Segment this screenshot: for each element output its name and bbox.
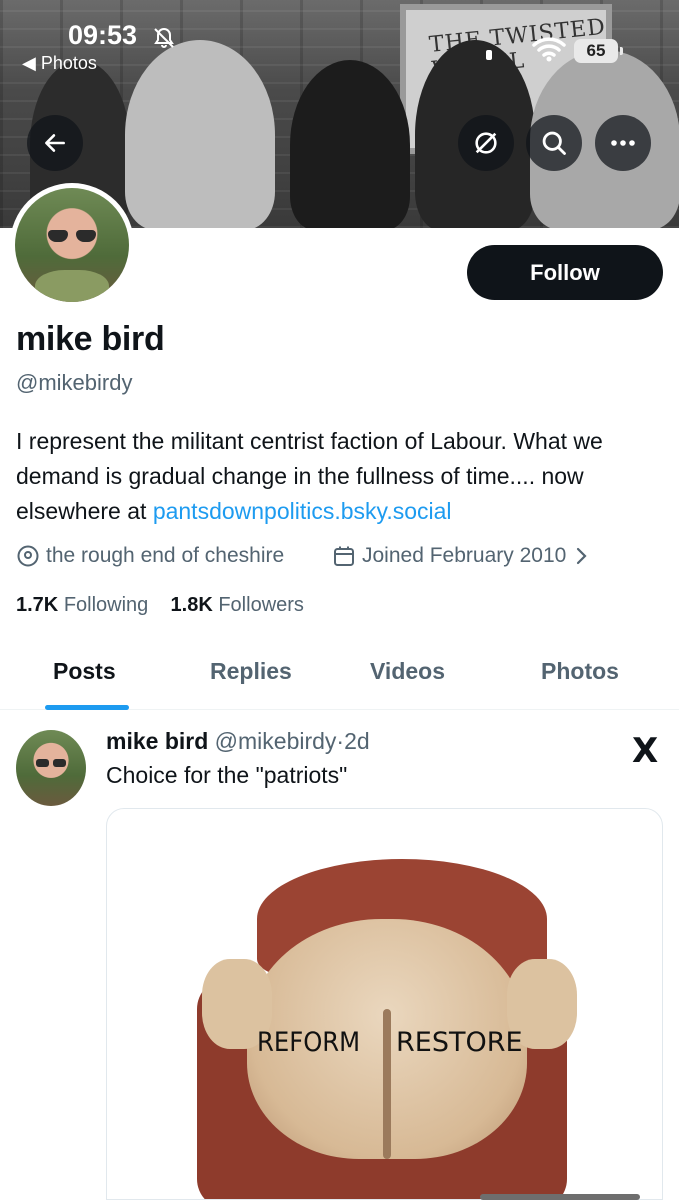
home-indicator [480,1194,640,1200]
avatar-shirt [35,270,109,302]
following-link[interactable]: 1.7K Following [16,594,148,616]
joined-text: Joined February 2010 [362,544,567,567]
tab-photos[interactable]: Photos [541,658,619,685]
tab-replies[interactable]: Replies [210,658,292,685]
banner-person-2 [125,40,275,228]
tab-videos[interactable]: Videos [370,658,445,685]
post-separator: · [336,728,345,754]
bio-link[interactable]: pantsdownpolitics.bsky.social [153,498,452,524]
follow-button[interactable]: Follow [467,245,663,300]
battery-tip [620,47,623,55]
more-button[interactable] [595,115,651,171]
avatar-photo [15,188,129,302]
follow-stats: 1.7K Following 1.8K Followers [16,594,304,617]
sculpture-crease [383,1009,391,1159]
location: the rough end of cheshire [16,544,284,568]
tab-active-indicator [45,705,129,710]
calendar-icon [334,546,354,566]
following-count: 1.7K [16,594,59,616]
image-label-left: REFORM [257,1027,361,1058]
search-icon [542,131,566,155]
back-button[interactable] [27,115,83,171]
post-author-handle[interactable]: @mikebirdy [215,728,337,754]
post-text: Choice for the "patriots" [106,762,348,788]
post-author-avatar[interactable] [16,730,86,806]
post-author-name[interactable]: mike bird [106,728,208,754]
bio: I represent the militant centrist factio… [16,424,666,529]
bell-slash-icon [154,27,174,48]
post-age[interactable]: 2d [344,728,370,754]
search-button[interactable] [526,115,582,171]
joined-date[interactable]: Joined February 2010 [332,544,590,568]
chevron-right-icon [577,547,587,565]
location-text: the rough end of cheshire [46,544,285,567]
status-time: 09:53 [68,20,138,50]
followers-label: Followers [218,594,304,616]
user-handle: @mikebirdy [16,370,133,395]
back-arrow-icon [45,134,65,152]
more-icon [611,140,635,146]
image-label-right: RESTORE [396,1027,523,1058]
grok-icon [475,132,497,154]
profile-avatar[interactable] [10,183,134,307]
followers-count: 1.8K [170,594,213,616]
avatar-sunglasses [48,230,96,242]
banner-person-3 [290,60,410,228]
wifi-icon [532,37,566,62]
post-media-image[interactable]: REFORM RESTORE [106,808,663,1200]
post-header: mike bird @mikebirdy·2d [106,728,370,755]
tab-posts[interactable]: Posts [53,658,116,685]
display-name: mike bird [16,320,165,358]
profile-tabs: Posts Replies Videos Photos [0,648,679,710]
battery-indicator: 65 [574,39,618,63]
post-avatar-sunglasses [36,759,66,767]
x-logo-icon: X [632,731,659,771]
grok-button[interactable] [458,115,514,171]
followers-link[interactable]: 1.8K Followers [171,594,304,616]
location-pin-icon [17,545,39,567]
signal-icon [486,50,492,60]
back-to-photos-link[interactable]: ◀ Photos [22,53,97,74]
following-label: Following [63,594,149,616]
